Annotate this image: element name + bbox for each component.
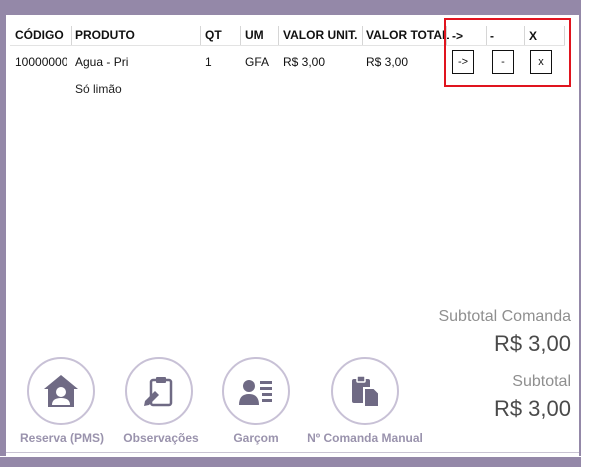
column-separator [71, 26, 72, 45]
column-separator [240, 26, 241, 45]
col-header-qt[interactable]: QT [205, 28, 222, 42]
item-observation: Só limão [75, 82, 122, 96]
comanda-manual-label[interactable]: Nº Comanda Manual [307, 431, 423, 445]
garcom-button[interactable] [222, 357, 290, 425]
window-top-border [0, 0, 581, 15]
subtotal-label: Subtotal [512, 373, 571, 390]
cell-um: GFA [245, 55, 270, 69]
col-header-valor-total[interactable]: VALOR TOTAL [366, 28, 449, 42]
house-person-icon [44, 375, 78, 407]
column-separator [278, 26, 279, 45]
column-separator [362, 26, 363, 45]
clipboard-copy-icon [352, 375, 380, 408]
subtotal-value: R$ 3,00 [493, 396, 571, 421]
observacoes-button[interactable] [125, 357, 193, 425]
window-right-border [579, 15, 581, 456]
panel-bottom-line [6, 452, 579, 453]
window-bottom-border [0, 457, 581, 467]
cell-qt: 1 [205, 55, 212, 69]
col-header-produto[interactable]: PRODUTO [75, 28, 135, 42]
cell-valor-total: R$ 3,00 [366, 55, 409, 69]
highlight-box [444, 18, 571, 87]
cell-codigo: 10000000 [15, 55, 67, 69]
reserva-pms-button[interactable] [27, 357, 95, 425]
reserva-pms-label[interactable]: Reserva (PMS) [20, 431, 104, 445]
cell-valor-unit: R$ 3,00 [283, 55, 326, 69]
subtotal-comanda-label: Subtotal Comanda [438, 308, 571, 325]
person-list-icon [239, 380, 272, 405]
col-header-codigo[interactable]: CÓDIGO [15, 28, 64, 42]
window-left-border [0, 15, 6, 456]
garcom-label[interactable]: Garçom [233, 431, 278, 445]
col-header-um[interactable]: UM [245, 28, 264, 42]
col-header-valor-unit[interactable]: VALOR UNIT. [283, 28, 357, 42]
clipboard-pen-icon [144, 377, 173, 407]
column-separator [200, 26, 201, 45]
comanda-manual-button[interactable] [331, 357, 399, 425]
subtotal-comanda-value: R$ 3,00 [493, 331, 571, 356]
cell-produto: Agua - Pri [75, 55, 129, 69]
observacoes-label[interactable]: Observações [123, 431, 198, 445]
